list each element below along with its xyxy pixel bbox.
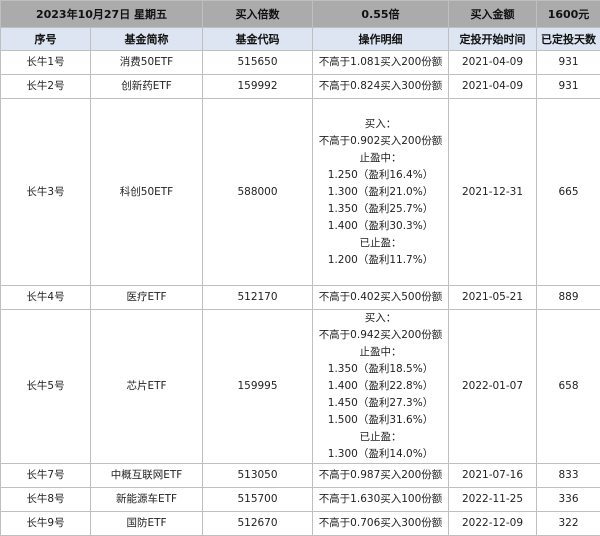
op-line: 不高于0.942买入200份额 [313,327,448,344]
row-seq: 长牛5号 [1,310,91,464]
row-fund-name: 新能源车ETF [91,488,203,512]
row-fund-name: 国防ETF [91,512,203,536]
row-ops: 买入：不高于0.942买入200份额止盈中：1.350（盈利18.5%）1.40… [313,310,449,464]
op-line: 1.400（盈利22.8%） [313,378,448,395]
row-seq: 长牛3号 [1,99,91,286]
op-line: 不高于0.987买入200份额 [313,467,448,484]
op-line: 买入： [313,310,448,327]
op-line: 不高于0.402买入500份额 [313,289,448,306]
op-line: 1.250（盈利16.4%） [313,167,448,184]
buy-amount-label: 买入金额 [449,1,537,28]
op-line: 1.300（盈利21.0%） [313,184,448,201]
row-days: 658 [537,310,600,464]
header-ops: 操作明细 [313,28,449,51]
op-line: 1.400（盈利30.3%） [313,218,448,235]
row-ops: 不高于0.402买入500份额 [313,286,449,310]
header-name: 基金简称 [91,28,203,51]
table-row: 长牛1号消费50ETF515650不高于1.081买入200份额2021-04-… [1,51,600,75]
header-row: 序号 基金简称 基金代码 操作明细 定投开始时间 已定投天数 [1,28,600,51]
header-code: 基金代码 [203,28,313,51]
summary-date: 2023年10月27日 星期五 [1,1,203,28]
row-fund-code: 515650 [203,51,313,75]
row-start-date: 2021-05-21 [449,286,537,310]
op-line: 1.350（盈利25.7%） [313,201,448,218]
row-start-date: 2021-04-09 [449,51,537,75]
row-start-date: 2021-12-31 [449,99,537,286]
table-body: 长牛1号消费50ETF515650不高于1.081买入200份额2021-04-… [1,51,600,536]
op-line: 不高于0.902买入200份额 [313,133,448,150]
row-seq: 长牛7号 [1,464,91,488]
table-row: 长牛2号创新药ETF159992不高于0.824买入300份额2021-04-0… [1,75,600,99]
row-ops: 不高于0.824买入300份额 [313,75,449,99]
op-line: 已止盈： [313,235,448,252]
op-line: 不高于1.630买入100份额 [313,491,448,508]
row-fund-code: 513050 [203,464,313,488]
row-seq: 长牛2号 [1,75,91,99]
row-ops: 不高于0.706买入300份额 [313,512,449,536]
row-ops: 买入：不高于0.902买入200份额止盈中：1.250（盈利16.4%）1.30… [313,99,449,286]
row-fund-code: 512170 [203,286,313,310]
table-row: 长牛4号医疗ETF512170不高于0.402买入500份额2021-05-21… [1,286,600,310]
header-days: 已定投天数 [537,28,600,51]
row-fund-code: 515700 [203,488,313,512]
row-fund-name: 医疗ETF [91,286,203,310]
row-seq: 长牛8号 [1,488,91,512]
header-start: 定投开始时间 [449,28,537,51]
op-line: 不高于1.081买入200份额 [313,54,448,71]
row-fund-code: 512670 [203,512,313,536]
row-start-date: 2022-11-25 [449,488,537,512]
row-start-date: 2022-12-09 [449,512,537,536]
row-start-date: 2022-01-07 [449,310,537,464]
row-ops: 不高于1.630买入100份额 [313,488,449,512]
row-days: 931 [537,75,600,99]
fund-plan-table: 2023年10月27日 星期五 买入倍数 0.55倍 买入金额 1600元 序号… [0,0,600,536]
op-line: 1.350（盈利18.5%） [313,361,448,378]
table-row: 长牛7号中概互联网ETF513050不高于0.987买入200份额2021-07… [1,464,600,488]
row-days: 931 [537,51,600,75]
summary-row: 2023年10月27日 星期五 买入倍数 0.55倍 买入金额 1600元 [1,1,600,28]
op-line: 已止盈： [313,429,448,446]
row-fund-name: 芯片ETF [91,310,203,464]
op-line: 1.300（盈利14.0%） [313,446,448,463]
row-fund-name: 科创50ETF [91,99,203,286]
row-fund-name: 中概互联网ETF [91,464,203,488]
header-seq: 序号 [1,28,91,51]
row-seq: 长牛9号 [1,512,91,536]
buy-ratio-label: 买入倍数 [203,1,313,28]
op-line: 不高于0.824买入300份额 [313,78,448,95]
table-row: 长牛5号芯片ETF159995买入：不高于0.942买入200份额止盈中：1.3… [1,310,600,464]
table-row: 长牛9号国防ETF512670不高于0.706买入300份额2022-12-09… [1,512,600,536]
row-start-date: 2021-04-09 [449,75,537,99]
row-fund-code: 588000 [203,99,313,286]
row-days: 336 [537,488,600,512]
op-line: 1.500（盈利31.6%） [313,412,448,429]
row-seq: 长牛4号 [1,286,91,310]
table-row: 长牛3号科创50ETF588000买入：不高于0.902买入200份额止盈中：1… [1,99,600,286]
op-line: 买入： [313,116,448,133]
row-fund-name: 消费50ETF [91,51,203,75]
table-row: 长牛8号新能源车ETF515700不高于1.630买入100份额2022-11-… [1,488,600,512]
row-seq: 长牛1号 [1,51,91,75]
row-days: 665 [537,99,600,286]
row-ops: 不高于0.987买入200份额 [313,464,449,488]
row-start-date: 2021-07-16 [449,464,537,488]
op-line: 1.200（盈利11.7%） [313,252,448,269]
row-days: 833 [537,464,600,488]
row-days: 889 [537,286,600,310]
row-fund-code: 159995 [203,310,313,464]
op-line: 不高于0.706买入300份额 [313,515,448,532]
row-days: 322 [537,512,600,536]
row-fund-name: 创新药ETF [91,75,203,99]
row-ops: 不高于1.081买入200份额 [313,51,449,75]
op-line: 止盈中： [313,344,448,361]
row-fund-code: 159992 [203,75,313,99]
buy-ratio-value: 0.55倍 [313,1,449,28]
op-line: 1.450（盈利27.3%） [313,395,448,412]
op-line: 止盈中： [313,150,448,167]
buy-amount-value: 1600元 [537,1,600,28]
